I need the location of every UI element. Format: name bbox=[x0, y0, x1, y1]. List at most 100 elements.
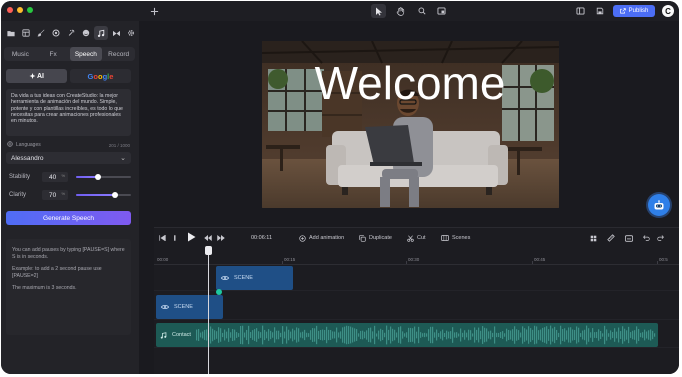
waveform-bar bbox=[250, 331, 252, 339]
asset-icon-rail bbox=[4, 26, 138, 40]
waveform-bar bbox=[588, 328, 590, 342]
top-bar: Publish C bbox=[1, 1, 679, 21]
waveform-bar bbox=[644, 329, 646, 341]
minimize-window-button[interactable] bbox=[17, 7, 23, 13]
waveform-bar bbox=[542, 327, 544, 343]
frame-tool-button[interactable] bbox=[434, 4, 449, 18]
waveform-bar bbox=[482, 326, 484, 344]
ruler-tick: 00:45 bbox=[534, 257, 546, 262]
cut-button[interactable]: Cut bbox=[407, 232, 426, 244]
waveform-bar bbox=[258, 331, 260, 339]
stability-input[interactable]: 40 % bbox=[42, 172, 68, 182]
scenes-button[interactable]: Scenes bbox=[441, 232, 470, 244]
duplicate-button[interactable]: Duplicate bbox=[359, 232, 392, 244]
rail-item-stickers[interactable] bbox=[79, 26, 93, 40]
waveform-bar bbox=[278, 330, 280, 340]
ruler-button[interactable] bbox=[607, 232, 615, 244]
stability-slider[interactable] bbox=[76, 174, 131, 180]
ai-assistant-button[interactable] bbox=[648, 194, 670, 216]
rail-item-music[interactable] bbox=[94, 26, 108, 40]
waveform-bar bbox=[540, 329, 542, 341]
timeline-toolbar: 00:06:11 Add animation Duplicate Cut Sce… bbox=[154, 228, 679, 248]
waveform-bar bbox=[196, 329, 198, 341]
undo-button[interactable] bbox=[643, 232, 650, 244]
waveform-bar bbox=[416, 331, 418, 339]
tab-speech[interactable]: Speech bbox=[69, 47, 103, 61]
publish-button[interactable]: Publish bbox=[613, 5, 655, 17]
timeline-ruler[interactable]: 00:00 00:15 00:30 00:45 00:5 bbox=[154, 255, 679, 265]
redo-button[interactable] bbox=[657, 232, 664, 244]
waveform-bar bbox=[452, 327, 454, 343]
cursor-tool-button[interactable] bbox=[371, 4, 386, 18]
waveform-bar bbox=[316, 325, 318, 345]
captions-button[interactable] bbox=[625, 232, 633, 244]
tab-music[interactable]: Music bbox=[4, 47, 37, 61]
rail-item-settings[interactable] bbox=[124, 26, 138, 40]
rail-item-effects[interactable] bbox=[64, 26, 78, 40]
playhead-handle[interactable] bbox=[205, 246, 212, 255]
scene-clip[interactable]: SCENE bbox=[156, 295, 223, 319]
clarity-slider-handle[interactable] bbox=[111, 192, 118, 198]
play-button[interactable] bbox=[187, 231, 196, 243]
audio-clip[interactable]: Contact bbox=[156, 323, 658, 347]
zoom-tool-button[interactable] bbox=[414, 4, 429, 18]
waveform-bar bbox=[602, 333, 604, 337]
add-scene-button[interactable] bbox=[147, 4, 161, 18]
waveform-bar bbox=[378, 330, 380, 340]
rail-item-draw[interactable] bbox=[34, 26, 48, 40]
close-window-button[interactable] bbox=[7, 7, 13, 13]
rail-item-templates[interactable] bbox=[19, 26, 33, 40]
rail-item-transitions[interactable] bbox=[109, 26, 123, 40]
languages-link[interactable]: Languages bbox=[16, 142, 41, 148]
layout-toggle-button[interactable] bbox=[573, 4, 588, 18]
save-button[interactable] bbox=[592, 4, 607, 18]
waveform-bar bbox=[620, 331, 622, 339]
waveform-bar bbox=[296, 327, 298, 343]
grid-view-button[interactable] bbox=[590, 232, 597, 244]
skip-start-button[interactable] bbox=[159, 232, 166, 244]
rail-item-shapes[interactable] bbox=[49, 26, 63, 40]
tab-fx[interactable]: Fx bbox=[37, 47, 70, 61]
waveform-bar bbox=[426, 333, 428, 337]
playhead-line[interactable] bbox=[208, 246, 209, 374]
user-avatar[interactable]: C bbox=[662, 5, 674, 17]
waveform-bar bbox=[568, 327, 570, 343]
rail-item-folder[interactable] bbox=[4, 26, 18, 40]
add-animation-button[interactable]: Add animation bbox=[299, 232, 344, 244]
fast-forward-button[interactable] bbox=[217, 232, 225, 244]
frame-icon bbox=[437, 7, 446, 15]
waveform-bar bbox=[634, 330, 636, 340]
waveform-bar bbox=[590, 332, 592, 338]
clarity-input[interactable]: 70 % bbox=[42, 190, 68, 200]
plus-icon bbox=[150, 7, 158, 15]
scene-clip[interactable]: SCENE bbox=[216, 266, 293, 290]
provider-ai-button[interactable]: AI bbox=[6, 69, 67, 83]
waveform-bar bbox=[520, 332, 522, 338]
stability-slider-handle[interactable] bbox=[95, 174, 101, 180]
waveform-bar bbox=[286, 326, 288, 344]
provider-google-button[interactable]: Google bbox=[70, 69, 131, 83]
zoom-window-button[interactable] bbox=[27, 7, 33, 13]
welcome-headline: Welcome bbox=[315, 57, 506, 109]
rewind-button[interactable] bbox=[204, 232, 212, 244]
waveform-bar bbox=[204, 329, 206, 341]
waveform-bar bbox=[432, 326, 434, 344]
step-back-button[interactable] bbox=[172, 232, 179, 244]
voice-select[interactable]: Alessandro ⌄ bbox=[6, 152, 131, 164]
speech-text-input[interactable]: Da vida a tus ideas con CreateStudio: la… bbox=[6, 89, 131, 136]
waveform-bar bbox=[260, 332, 262, 338]
rewind-icon bbox=[204, 235, 212, 241]
generate-speech-button[interactable]: Generate Speech bbox=[6, 211, 131, 225]
waveform-bar bbox=[584, 329, 586, 341]
clarity-slider[interactable] bbox=[76, 192, 131, 198]
scenes-label: Scenes bbox=[452, 235, 471, 241]
waveform-bar bbox=[284, 331, 286, 339]
waveform-bar bbox=[292, 328, 294, 342]
waveform-bar bbox=[214, 330, 216, 340]
tab-record[interactable]: Record bbox=[102, 47, 135, 61]
scene-preview[interactable]: Welcome bbox=[262, 41, 559, 208]
office-scene-image: Welcome bbox=[262, 41, 559, 208]
waveform-bar bbox=[624, 328, 626, 342]
hand-tool-button[interactable] bbox=[393, 4, 408, 18]
waveform-bar bbox=[308, 333, 310, 337]
